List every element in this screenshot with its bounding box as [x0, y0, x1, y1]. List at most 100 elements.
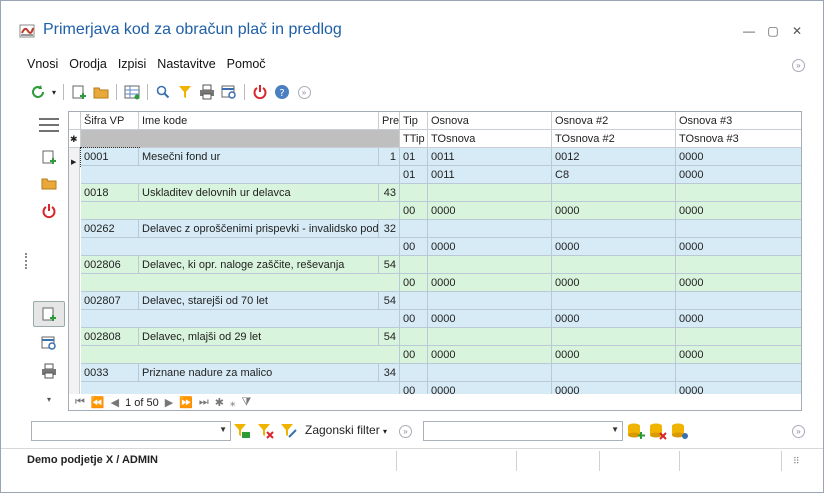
row-indicator[interactable] [69, 220, 80, 256]
cell-spacer[interactable] [81, 238, 400, 256]
second-filter-combo[interactable]: ▼ [423, 421, 623, 441]
cell-sifra[interactable]: 00262 [81, 220, 139, 238]
cell-osnova[interactable] [676, 364, 801, 382]
cell-sifra[interactable]: 0001 [80, 147, 140, 167]
cell-pre[interactable]: 34 [379, 364, 400, 382]
cell-osnova[interactable] [400, 184, 428, 202]
cell-osnova[interactable]: 0012 [552, 148, 676, 166]
cell-sifra[interactable]: 002806 [81, 256, 139, 274]
cell-tosnova[interactable]: 0000 [676, 238, 801, 256]
print-side-icon[interactable] [35, 359, 63, 383]
cell-osnova[interactable]: 0011 [428, 148, 552, 166]
cell-sifra[interactable]: 002808 [81, 328, 139, 346]
cell-spacer[interactable] [81, 166, 400, 184]
cell-pre[interactable]: 54 [379, 292, 400, 310]
cell-osnova[interactable] [400, 256, 428, 274]
cell-ime[interactable]: Delavec, ki opr. naloge zaščite, reševan… [139, 256, 379, 274]
cell-osnova[interactable] [428, 364, 552, 382]
print-preview-icon[interactable] [218, 82, 240, 102]
cell-osnova[interactable] [400, 364, 428, 382]
col-header-ime[interactable]: Ime kode [139, 112, 379, 130]
cell-osnova[interactable] [400, 220, 428, 238]
row-indicator[interactable] [69, 256, 80, 292]
cell-tosnova[interactable]: 0000 [428, 238, 552, 256]
cell-tosnova[interactable]: 0000 [676, 346, 801, 364]
delete-record-icon[interactable]: ⁎ [230, 396, 236, 409]
cell-pre[interactable]: 54 [379, 256, 400, 274]
col-header-osnova-3[interactable]: Osnova #3 [676, 112, 801, 130]
cell-tosnova[interactable]: 0000 [552, 310, 676, 328]
cell-ime[interactable]: Delavec z oproščenimi prispevki - invali… [139, 220, 379, 238]
cell-osnova[interactable] [428, 220, 552, 238]
cell-osnova[interactable] [676, 220, 801, 238]
filterbar-expand-icon[interactable]: » [792, 425, 805, 438]
cell-osnova[interactable] [428, 256, 552, 274]
menu-izpisi[interactable]: Izpisi [118, 57, 146, 75]
cell-osnova[interactable] [552, 184, 676, 202]
cell-ime[interactable]: Uskladitev delovnih ur delavca [139, 184, 379, 202]
minimize-icon[interactable]: — [741, 23, 757, 39]
cell-ime[interactable]: Delavec, starejši od 70 let [139, 292, 379, 310]
cell-ime[interactable]: Mesečni fond ur [139, 148, 379, 166]
next-page-icon[interactable]: ⏩ [179, 396, 193, 409]
cell-osnova[interactable] [676, 256, 801, 274]
filter-clear-icon[interactable] [257, 423, 275, 442]
cell-spacer[interactable] [81, 310, 400, 328]
cell-osnova[interactable] [428, 184, 552, 202]
prev-page-icon[interactable]: ⏪ [91, 396, 105, 409]
filter-apply-icon[interactable] [233, 423, 251, 442]
cell-osnova[interactable] [400, 328, 428, 346]
refresh-icon[interactable] [27, 82, 49, 102]
filter-icon[interactable] [174, 82, 196, 102]
print-icon[interactable] [196, 82, 218, 102]
col-header-tosnova-3[interactable]: TOsnova #3 [676, 130, 801, 148]
filter-nav-icon[interactable]: ⧩ [242, 396, 252, 409]
cell-tosnova[interactable]: 00 [400, 310, 428, 328]
db-delete-icon[interactable] [649, 422, 667, 443]
cell-pre[interactable]: 1 [379, 148, 400, 166]
cell-osnova[interactable] [400, 292, 428, 310]
cell-tosnova[interactable]: 0000 [676, 274, 801, 292]
cell-tosnova[interactable]: 00 [400, 202, 428, 220]
last-page-icon[interactable]: ⏭ [199, 396, 209, 409]
help-icon[interactable]: ? [271, 82, 293, 102]
cell-tosnova[interactable]: 00 [400, 274, 428, 292]
col-header-tosnova[interactable]: TOsnova [428, 130, 552, 148]
menu-orodja[interactable]: Orodja [69, 57, 107, 75]
cell-ime[interactable]: Priznane nadure za malico [139, 364, 379, 382]
cell-osnova[interactable]: 01 [400, 148, 428, 166]
col-header-ttip[interactable]: TTip [400, 130, 428, 148]
col-header-pre[interactable]: Pre [379, 112, 400, 130]
cell-osnova[interactable] [552, 292, 676, 310]
menu-expand-icon[interactable]: » [792, 59, 805, 72]
cell-tosnova[interactable]: 0000 [428, 346, 552, 364]
cell-sifra[interactable]: 0033 [81, 364, 139, 382]
col-header-osnova-2[interactable]: Osnova #2 [552, 112, 676, 130]
filter-edit-icon[interactable] [280, 423, 298, 442]
cell-sifra[interactable]: 002807 [81, 292, 139, 310]
row-indicator[interactable]: ▶ [69, 148, 80, 184]
power-side-icon[interactable] [35, 199, 63, 223]
refresh-dropdown-icon[interactable]: ▾ [49, 82, 59, 102]
row-indicator[interactable] [69, 184, 80, 220]
new-record-active-icon[interactable] [33, 301, 65, 327]
cell-tosnova[interactable]: 0000 [552, 238, 676, 256]
maximize-icon[interactable]: ▢ [765, 23, 781, 39]
cell-osnova[interactable]: 0000 [676, 148, 801, 166]
menu-vnosi[interactable]: Vnosi [27, 57, 58, 75]
new-record-side-icon[interactable] [35, 145, 63, 169]
cell-tosnova[interactable]: 0000 [552, 274, 676, 292]
prev-record-icon[interactable]: ◀ [111, 396, 119, 409]
cell-tosnova[interactable]: 0000 [676, 166, 801, 184]
col-header-tip[interactable]: Tip [400, 112, 428, 130]
data-grid[interactable]: Šifra VP Ime kode Pre Tip Osnova Osnova … [68, 111, 802, 411]
new-record-icon[interactable] [68, 82, 90, 102]
print-preview-side-icon[interactable] [35, 331, 63, 355]
cell-pre[interactable]: 32 [379, 220, 400, 238]
cell-tosnova[interactable]: 0000 [552, 202, 676, 220]
cell-osnova[interactable] [676, 184, 801, 202]
cell-osnova[interactable] [676, 328, 801, 346]
cell-tosnova[interactable]: 0000 [428, 274, 552, 292]
cell-osnova[interactable] [552, 220, 676, 238]
splitter-grip[interactable] [25, 253, 27, 269]
